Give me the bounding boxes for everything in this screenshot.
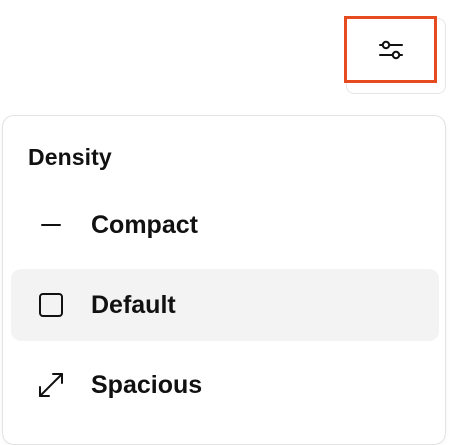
- density-option-compact[interactable]: Compact: [11, 189, 439, 261]
- square-icon: [11, 291, 91, 319]
- density-option-label: Compact: [91, 210, 198, 239]
- sliders-icon: [378, 38, 404, 62]
- minus-icon: [11, 212, 91, 238]
- expand-arrows-icon: [11, 370, 91, 400]
- view-settings-button[interactable]: [344, 16, 437, 83]
- density-option-default[interactable]: Default: [11, 269, 439, 341]
- density-option-label: Spacious: [91, 370, 203, 399]
- density-option-label: Default: [91, 290, 176, 319]
- density-menu-title: Density: [28, 144, 112, 170]
- density-option-spacious[interactable]: Spacious: [11, 349, 439, 421]
- density-menu: Density Compact Default Spacious: [2, 115, 446, 445]
